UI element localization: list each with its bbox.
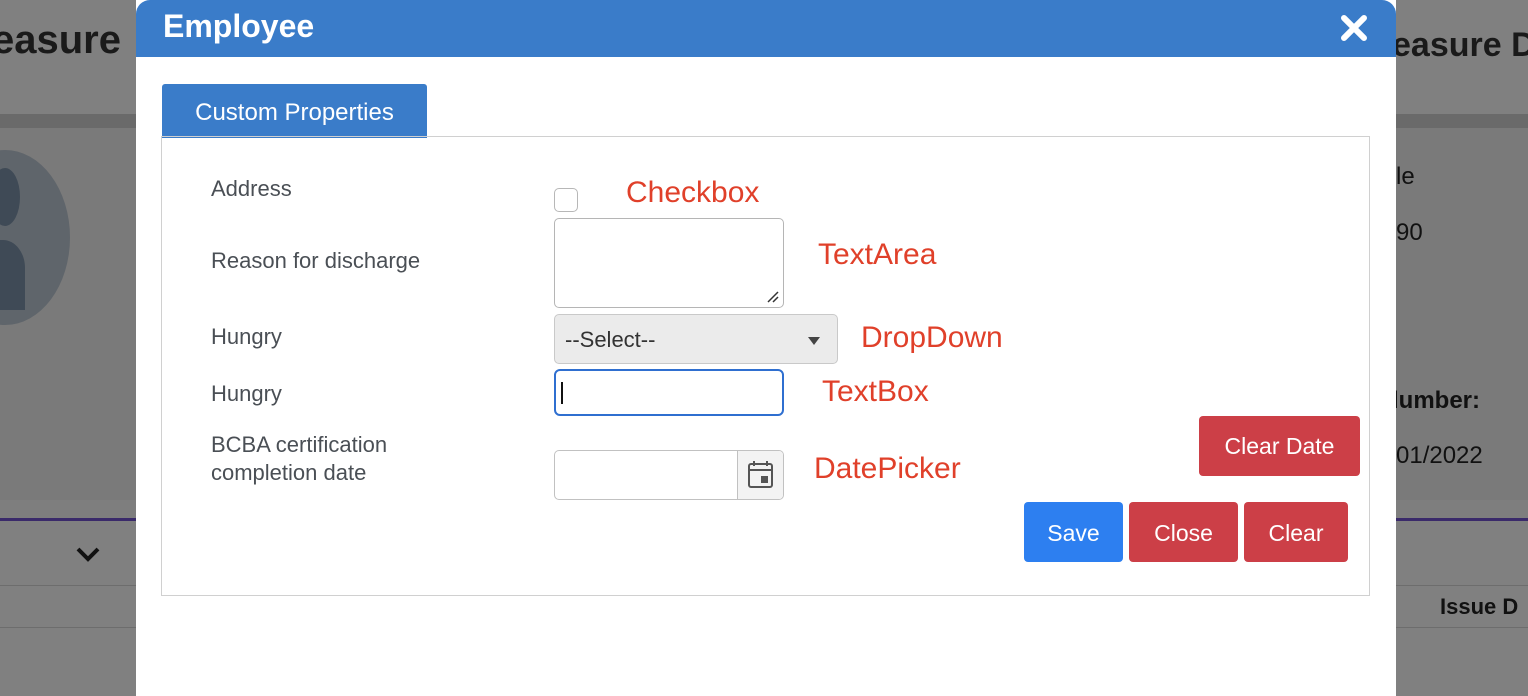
reason-for-discharge-label: Reason for discharge xyxy=(211,248,421,273)
employee-modal: Employee Custom Properties Address Check… xyxy=(136,0,1396,696)
resize-grip-icon[interactable] xyxy=(765,289,779,303)
save-button[interactable]: Save xyxy=(1024,502,1123,562)
checkbox-annotation: Checkbox xyxy=(626,176,760,209)
close-button[interactable]: Close xyxy=(1129,502,1238,562)
textarea-annotation: TextArea xyxy=(818,238,937,271)
background-field-3: lumber: xyxy=(1392,387,1481,414)
background-field-2: 90 xyxy=(1396,219,1423,246)
hungry-textbox[interactable] xyxy=(554,369,784,416)
modal-header: Employee xyxy=(136,0,1396,57)
calendar-icon xyxy=(748,461,773,488)
hungry-dropdown-value: --Select-- xyxy=(565,327,656,352)
hungry-dropdown[interactable]: --Select-- xyxy=(554,314,838,364)
background-field-4: 01/2022 xyxy=(1396,442,1483,469)
bcba-date-label: BCBA certification completion date xyxy=(211,431,387,487)
background-title-left: easure xyxy=(0,18,121,62)
avatar-head xyxy=(0,168,20,226)
bcba-date-label-line1: BCBA certification xyxy=(211,432,388,457)
bcba-datepicker[interactable] xyxy=(554,450,784,500)
chevron-down-icon[interactable] xyxy=(74,540,102,571)
background-column-header: Issue D xyxy=(1440,594,1519,619)
close-icon[interactable] xyxy=(1338,12,1370,44)
avatar-body xyxy=(0,240,25,310)
hungry-text-label: Hungry xyxy=(211,381,282,406)
clear-button[interactable]: Clear xyxy=(1244,502,1348,562)
textbox-annotation: TextBox xyxy=(822,375,929,408)
datepicker-annotation: DatePicker xyxy=(814,452,961,485)
address-label: Address xyxy=(211,176,292,201)
calendar-button[interactable] xyxy=(737,451,783,499)
background-field-1: le xyxy=(1396,163,1415,190)
background-title-right: easure D xyxy=(1392,26,1528,64)
dropdown-annotation: DropDown xyxy=(861,321,1003,354)
bcba-date-label-line2: completion date xyxy=(211,460,367,485)
tab-custom-properties[interactable]: Custom Properties xyxy=(162,84,427,138)
clear-date-button[interactable]: Clear Date xyxy=(1199,416,1360,476)
address-checkbox[interactable] xyxy=(554,188,578,212)
chevron-down-icon xyxy=(808,337,820,345)
hungry-select-label: Hungry xyxy=(211,324,282,349)
text-cursor xyxy=(561,382,563,404)
modal-title: Employee xyxy=(163,8,315,44)
reason-for-discharge-textarea[interactable] xyxy=(554,218,784,308)
